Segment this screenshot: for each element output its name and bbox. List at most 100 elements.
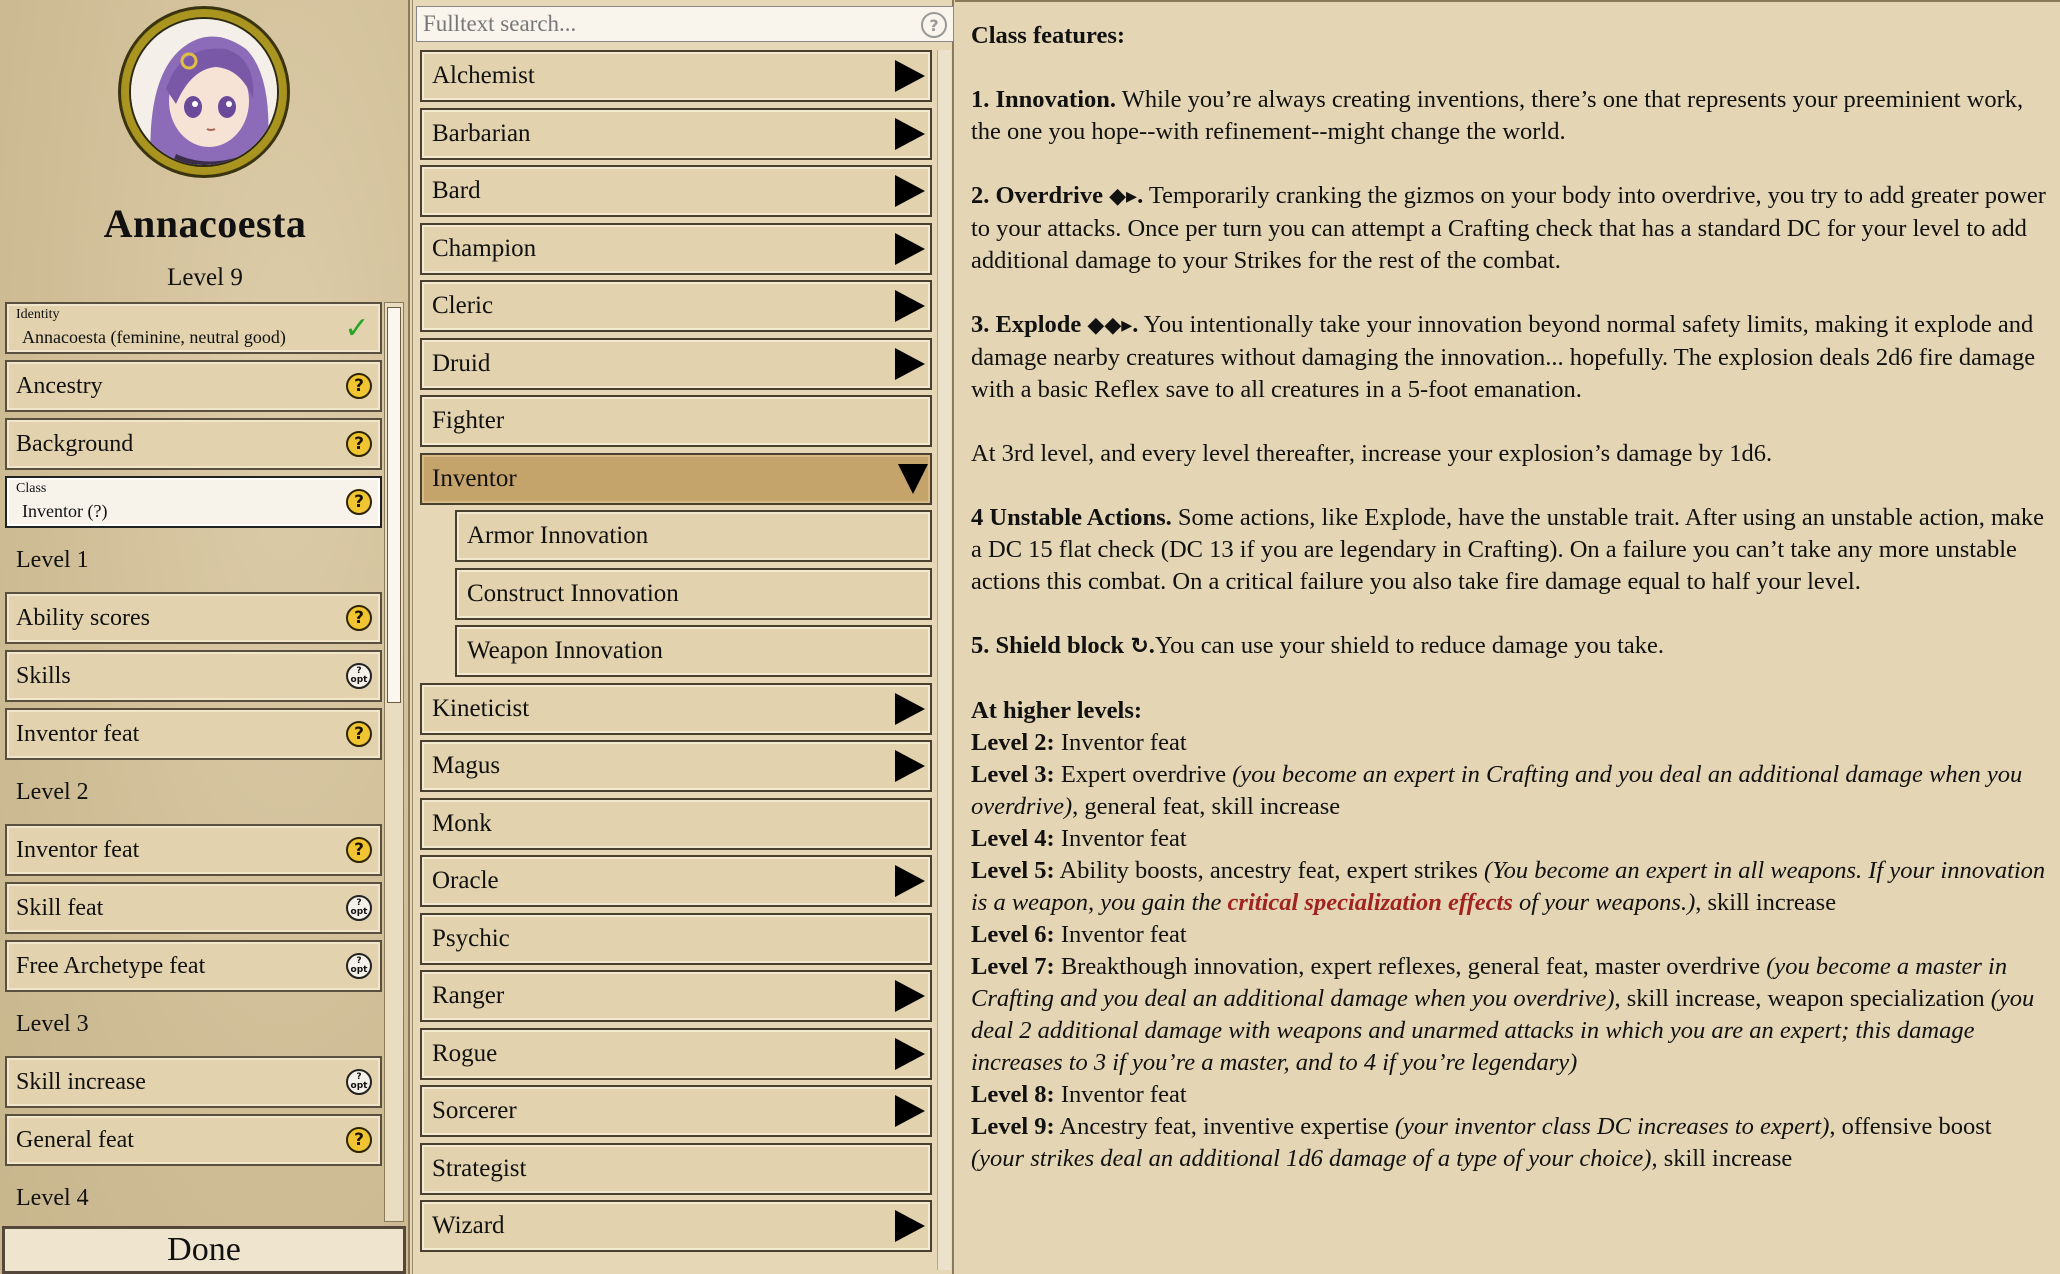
class-label: Psychic: [432, 924, 510, 952]
expand-arrow-icon[interactable]: [895, 290, 925, 322]
build-step[interactable]: General feat?: [5, 1114, 382, 1166]
step-value: Annacoesta (feminine, neutral good): [22, 326, 286, 347]
reaction-icon: ↻: [1130, 634, 1149, 659]
level-heading: Level 3: [5, 998, 382, 1050]
class-item[interactable]: Cleric: [420, 280, 932, 332]
build-step[interactable]: Background?: [5, 418, 382, 470]
help-icon[interactable]: ?: [921, 12, 947, 38]
search-input[interactable]: [423, 11, 903, 37]
class-label: Barbarian: [432, 119, 531, 147]
step-label: General feat: [16, 1126, 134, 1153]
optional-icon: ? opt: [346, 895, 372, 921]
class-item[interactable]: Oracle: [420, 855, 932, 907]
expand-arrow-icon[interactable]: [895, 1037, 925, 1070]
feature-title: 2. Overdrive: [971, 182, 1103, 209]
step-label: Free Archetype feat: [16, 952, 206, 979]
character-level: Level 9: [167, 264, 243, 291]
build-step[interactable]: Ability scores?: [5, 592, 382, 644]
expand-arrow-icon[interactable]: [895, 232, 925, 265]
critical-specialization-link[interactable]: critical specialization effects: [1228, 889, 1513, 916]
build-step[interactable]: Skill increase ? opt: [5, 1056, 382, 1108]
level-note: of your weapons.): [1512, 889, 1696, 916]
class-label: Champion: [432, 234, 537, 262]
level-text: , skill increase: [1695, 889, 1837, 916]
expand-arrow-icon[interactable]: [895, 750, 925, 782]
step-value: Inventor (?): [22, 500, 108, 521]
question-icon: ?: [346, 837, 372, 863]
step-label: Background: [16, 430, 134, 457]
expand-arrow-icon[interactable]: [895, 175, 925, 207]
class-item[interactable]: Strategist: [420, 1142, 932, 1195]
character-panel: Annacoesta Level 9 Identity Annacoesta (f…: [0, 0, 410, 1274]
character-name: Annacoesta: [103, 201, 307, 246]
subclass-item[interactable]: Construct Innovation: [455, 567, 932, 620]
step-list-scrollbar[interactable]: [384, 302, 404, 1222]
class-item[interactable]: Barbarian: [420, 107, 932, 160]
collapse-arrow-icon[interactable]: [898, 463, 928, 494]
class-label: Druid: [432, 349, 491, 377]
expand-arrow-icon[interactable]: [895, 692, 925, 725]
class-item[interactable]: Ranger: [420, 970, 932, 1022]
build-step[interactable]: Skills ? opt: [5, 650, 382, 702]
step-label: Inventor feat: [16, 720, 140, 747]
expand-arrow-icon[interactable]: [895, 347, 925, 380]
class-item[interactable]: Bard: [420, 165, 932, 217]
feature-explode: 3. Explode ◆◆▸. You intentionally take y…: [971, 309, 2046, 406]
build-step[interactable]: Free Archetype feat ? opt: [5, 940, 382, 992]
optional-icon: ? opt: [346, 953, 372, 979]
level-label: Level 9:: [971, 1113, 1055, 1140]
feature-unstable-actions: 4 Unstable Actions. Some actions, like E…: [971, 502, 2046, 598]
class-list-scrollbar[interactable]: [937, 50, 951, 1270]
class-item[interactable]: Sorcerer: [420, 1085, 932, 1137]
level-3-entry: Level 3: Expert overdrive (you become an…: [971, 759, 2046, 823]
build-step[interactable]: Inventor feat?: [5, 708, 382, 760]
expand-arrow-icon[interactable]: [895, 1210, 925, 1242]
build-step-list: Identity Annacoesta (feminine, neutral go…: [5, 302, 382, 1222]
level-text: Ability boosts, ancestry feat, expert st…: [1054, 857, 1485, 884]
character-portrait[interactable]: [118, 6, 290, 178]
class-item[interactable]: Rogue: [420, 1027, 932, 1080]
scrollbar-thumb[interactable]: [387, 307, 401, 703]
level-label: Level 5:: [971, 857, 1055, 884]
level-label: Level 3:: [971, 761, 1055, 788]
done-button[interactable]: Done: [2, 1226, 406, 1274]
class-item[interactable]: Champion: [420, 222, 932, 275]
build-step[interactable]: Ancestry?: [5, 360, 382, 412]
class-item[interactable]: Wizard: [420, 1200, 932, 1252]
class-details-panel: Class features: 1. Innovation. While you…: [955, 0, 2060, 1274]
expand-arrow-icon[interactable]: [895, 980, 925, 1012]
build-step[interactable]: Identity Annacoesta (feminine, neutral go…: [5, 302, 382, 354]
checkmark-icon: ✓: [344, 310, 370, 346]
level-text: Inventor feat: [1054, 1081, 1187, 1108]
build-step[interactable]: Class Inventor (?)?: [5, 476, 382, 528]
feature-title: 1. Innovation.: [971, 86, 1117, 113]
class-item[interactable]: Monk: [420, 797, 932, 850]
level-text: Expert overdrive: [1054, 761, 1233, 788]
class-item[interactable]: Druid: [420, 337, 932, 390]
level-6-entry: Level 6: Inventor feat: [971, 919, 2046, 951]
step-caption: Class: [16, 480, 47, 496]
expand-arrow-icon[interactable]: [895, 117, 925, 150]
question-icon: ?: [346, 721, 372, 747]
optional-icon-text: opt: [350, 675, 368, 685]
class-item[interactable]: Psychic: [420, 912, 932, 965]
class-item[interactable]: Alchemist: [420, 50, 932, 102]
subclass-item[interactable]: Armor Innovation: [455, 510, 932, 562]
search-box[interactable]: ?: [416, 6, 954, 42]
level-label: Level 4:: [971, 825, 1055, 852]
class-item[interactable]: Kineticist: [420, 682, 932, 735]
expand-arrow-icon[interactable]: [895, 60, 925, 92]
class-item[interactable]: Fighter: [420, 395, 932, 447]
class-item[interactable]: Magus: [420, 740, 932, 792]
class-label: Armor Innovation: [467, 522, 649, 549]
level-note: (your inventor class DC increases to exp…: [1394, 1113, 1830, 1140]
feature-shield-block: 5. Shield block ↻.You can use your shiel…: [971, 630, 2046, 663]
expand-arrow-icon[interactable]: [895, 865, 925, 897]
expand-arrow-icon[interactable]: [895, 1095, 925, 1127]
build-step[interactable]: Inventor feat?: [5, 824, 382, 876]
subclass-item[interactable]: Weapon Innovation: [455, 625, 932, 677]
class-item[interactable]: Inventor: [420, 452, 932, 505]
build-step[interactable]: Skill feat ? opt: [5, 882, 382, 934]
step-label: Skill increase: [16, 1068, 146, 1095]
step-label: Skill feat: [16, 894, 104, 921]
